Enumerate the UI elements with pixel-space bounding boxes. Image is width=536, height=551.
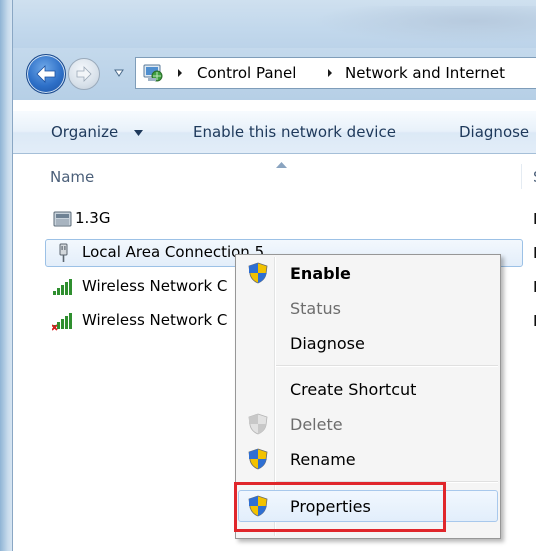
breadcrumb-network-and-internet[interactable]: Network and Internet bbox=[345, 64, 505, 82]
forward-arrow-icon bbox=[76, 66, 92, 82]
wireless-signal-disabled-icon bbox=[52, 313, 72, 331]
command-toolbar: Organize Enable this network device Diag… bbox=[13, 110, 536, 154]
uac-shield-icon bbox=[248, 448, 268, 470]
menu-item-delete[interactable]: Delete bbox=[238, 408, 498, 440]
list-item[interactable]: 1.3G bbox=[45, 205, 523, 233]
window-left-border bbox=[0, 0, 13, 551]
title-bar bbox=[13, 0, 536, 48]
menu-item-label: Status bbox=[290, 299, 341, 318]
menu-item-status[interactable]: Status bbox=[238, 292, 498, 324]
breadcrumb-control-panel[interactable]: Control Panel bbox=[197, 64, 296, 82]
forward-button[interactable] bbox=[68, 58, 100, 90]
organize-dropdown-icon[interactable] bbox=[134, 130, 143, 136]
diagnose-button[interactable]: Diagnose bbox=[459, 123, 529, 141]
connection-name: Wireless Network C bbox=[82, 277, 228, 295]
sort-ascending-icon bbox=[276, 162, 287, 168]
organize-button[interactable]: Organize bbox=[51, 123, 118, 141]
column-divider[interactable] bbox=[521, 164, 522, 189]
menu-item-label: Diagnose bbox=[290, 334, 365, 353]
wireless-signal-icon bbox=[53, 279, 72, 295]
highlight-annotation-box bbox=[234, 482, 446, 532]
menu-item-label: Rename bbox=[290, 450, 356, 469]
explorer-window: Control Panel Network and Internet Organ… bbox=[0, 0, 536, 551]
back-button[interactable] bbox=[26, 54, 66, 94]
menu-item-label: Delete bbox=[290, 415, 343, 434]
connection-name: 1.3G bbox=[75, 209, 111, 227]
uac-shield-disabled-icon bbox=[248, 413, 268, 435]
network-folder-icon bbox=[143, 64, 163, 82]
menu-item-label: Create Shortcut bbox=[290, 380, 417, 399]
menu-item-diagnose[interactable]: Diagnose bbox=[238, 327, 498, 359]
lan-adapter-icon bbox=[59, 243, 68, 262]
column-header-name[interactable]: Name bbox=[50, 168, 94, 186]
menu-item-enable[interactable]: Enable bbox=[238, 257, 498, 289]
breadcrumb-separator-icon[interactable] bbox=[176, 67, 184, 79]
back-arrow-icon bbox=[36, 65, 56, 83]
recent-pages-dropdown-icon[interactable] bbox=[114, 69, 124, 77]
breadcrumb-separator-icon[interactable] bbox=[326, 67, 334, 79]
menu-item-rename[interactable]: Rename bbox=[238, 443, 498, 475]
menu-separator bbox=[276, 365, 498, 367]
menu-item-label: Enable bbox=[290, 264, 351, 283]
address-bar[interactable]: Control Panel Network and Internet bbox=[135, 57, 536, 89]
connection-name: Wireless Network C bbox=[82, 311, 228, 329]
enable-network-device-button[interactable]: Enable this network device bbox=[193, 123, 396, 141]
menu-item-create-shortcut[interactable]: Create Shortcut bbox=[238, 373, 498, 405]
uac-shield-icon bbox=[248, 262, 268, 284]
dialup-modem-icon bbox=[53, 211, 72, 227]
